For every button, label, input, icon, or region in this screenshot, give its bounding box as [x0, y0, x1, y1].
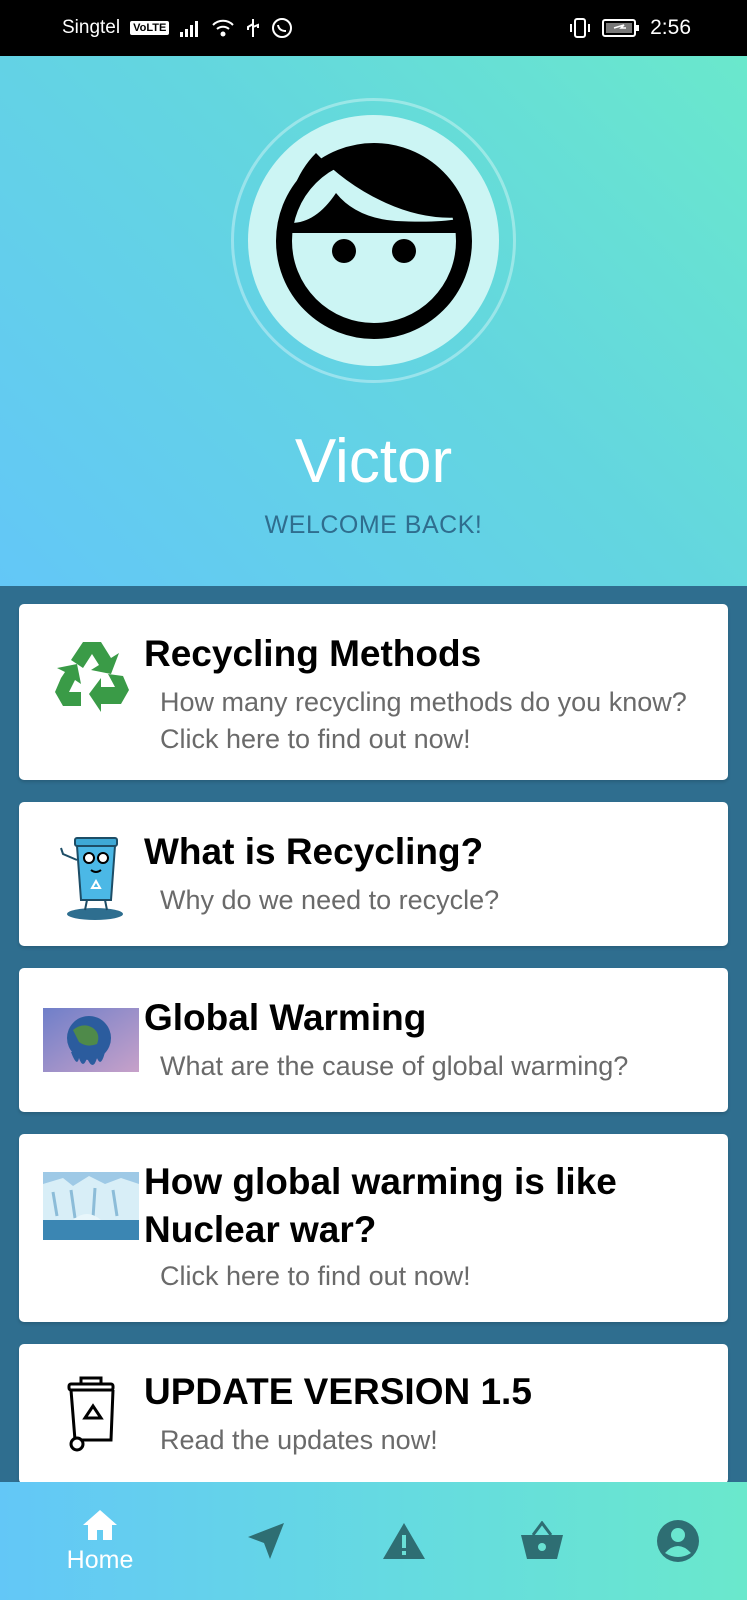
card-update-version[interactable]: UPDATE VERSION 1.5 Read the updates now!	[19, 1344, 728, 1484]
nav-home-label: Home	[66, 1545, 134, 1574]
status-bar-right: 2:56	[568, 16, 691, 40]
wifi-icon	[212, 19, 235, 37]
card-global-warming-nuclear-war[interactable]: How global warming is like Nuclear war? …	[19, 1134, 728, 1322]
card-subtitle: Read the updates now!	[160, 1425, 438, 1455]
face-avatar-icon	[275, 142, 472, 339]
battery-icon	[602, 19, 640, 37]
nav-navigation[interactable]	[206, 1482, 326, 1600]
status-bar: Singtel VoLTE 2:56	[0, 0, 747, 56]
profile-header: Victor WELCOME BACK!	[0, 56, 747, 586]
card-subtitle: Click here to find out now!	[160, 1261, 471, 1291]
status-bar-left: Singtel VoLTE	[62, 17, 293, 39]
basket-icon	[521, 1521, 563, 1559]
card-subtitle: What are the cause of global warming?	[160, 1051, 629, 1081]
card-what-is-recycling[interactable]: What is Recycling? Why do we need to rec…	[19, 802, 728, 946]
avatar[interactable]	[231, 98, 516, 383]
clock: 2:56	[650, 16, 691, 39]
vibrate-icon	[570, 18, 591, 38]
nav-account[interactable]	[618, 1482, 738, 1600]
bottom-navigation: Home	[0, 1482, 747, 1600]
user-name: Victor	[294, 427, 453, 496]
glacier-image	[43, 1172, 139, 1240]
warning-icon	[383, 1523, 425, 1559]
card-title: Recycling Methods	[144, 633, 482, 674]
card-subtitle: How many recycling methods do you know? …	[160, 687, 687, 754]
card-global-warming[interactable]: Global Warming What are the cause of glo…	[19, 968, 728, 1112]
card-title: Global Warming	[144, 997, 427, 1038]
card-title: How global warming is like Nuclear war?	[144, 1161, 617, 1250]
recycle-bin-character-icon	[60, 837, 123, 920]
account-icon	[657, 1520, 699, 1562]
nav-home[interactable]: Home	[40, 1482, 160, 1600]
recycle-icon	[55, 642, 129, 712]
navigation-arrow-icon	[248, 1523, 284, 1559]
volte-badge: VoLTE	[130, 21, 170, 35]
card-recycling-methods[interactable]: Recycling Methods How many recycling met…	[19, 604, 728, 780]
card-title: What is Recycling?	[144, 831, 484, 872]
card-title: UPDATE VERSION 1.5	[144, 1371, 532, 1412]
avatar-ring	[248, 115, 499, 366]
welcome-message: WELCOME BACK!	[264, 511, 483, 539]
home-icon	[83, 1509, 117, 1540]
whatsapp-icon	[272, 18, 293, 38]
carrier-name: Singtel	[62, 17, 121, 38]
melting-earth-image	[43, 1008, 139, 1072]
nav-warning[interactable]	[344, 1482, 464, 1600]
card-subtitle: Why do we need to recycle?	[160, 885, 500, 915]
nav-basket[interactable]	[482, 1482, 602, 1600]
usb-icon	[247, 19, 260, 37]
signal-icon	[180, 21, 199, 37]
wheelie-bin-icon	[67, 1376, 115, 1452]
